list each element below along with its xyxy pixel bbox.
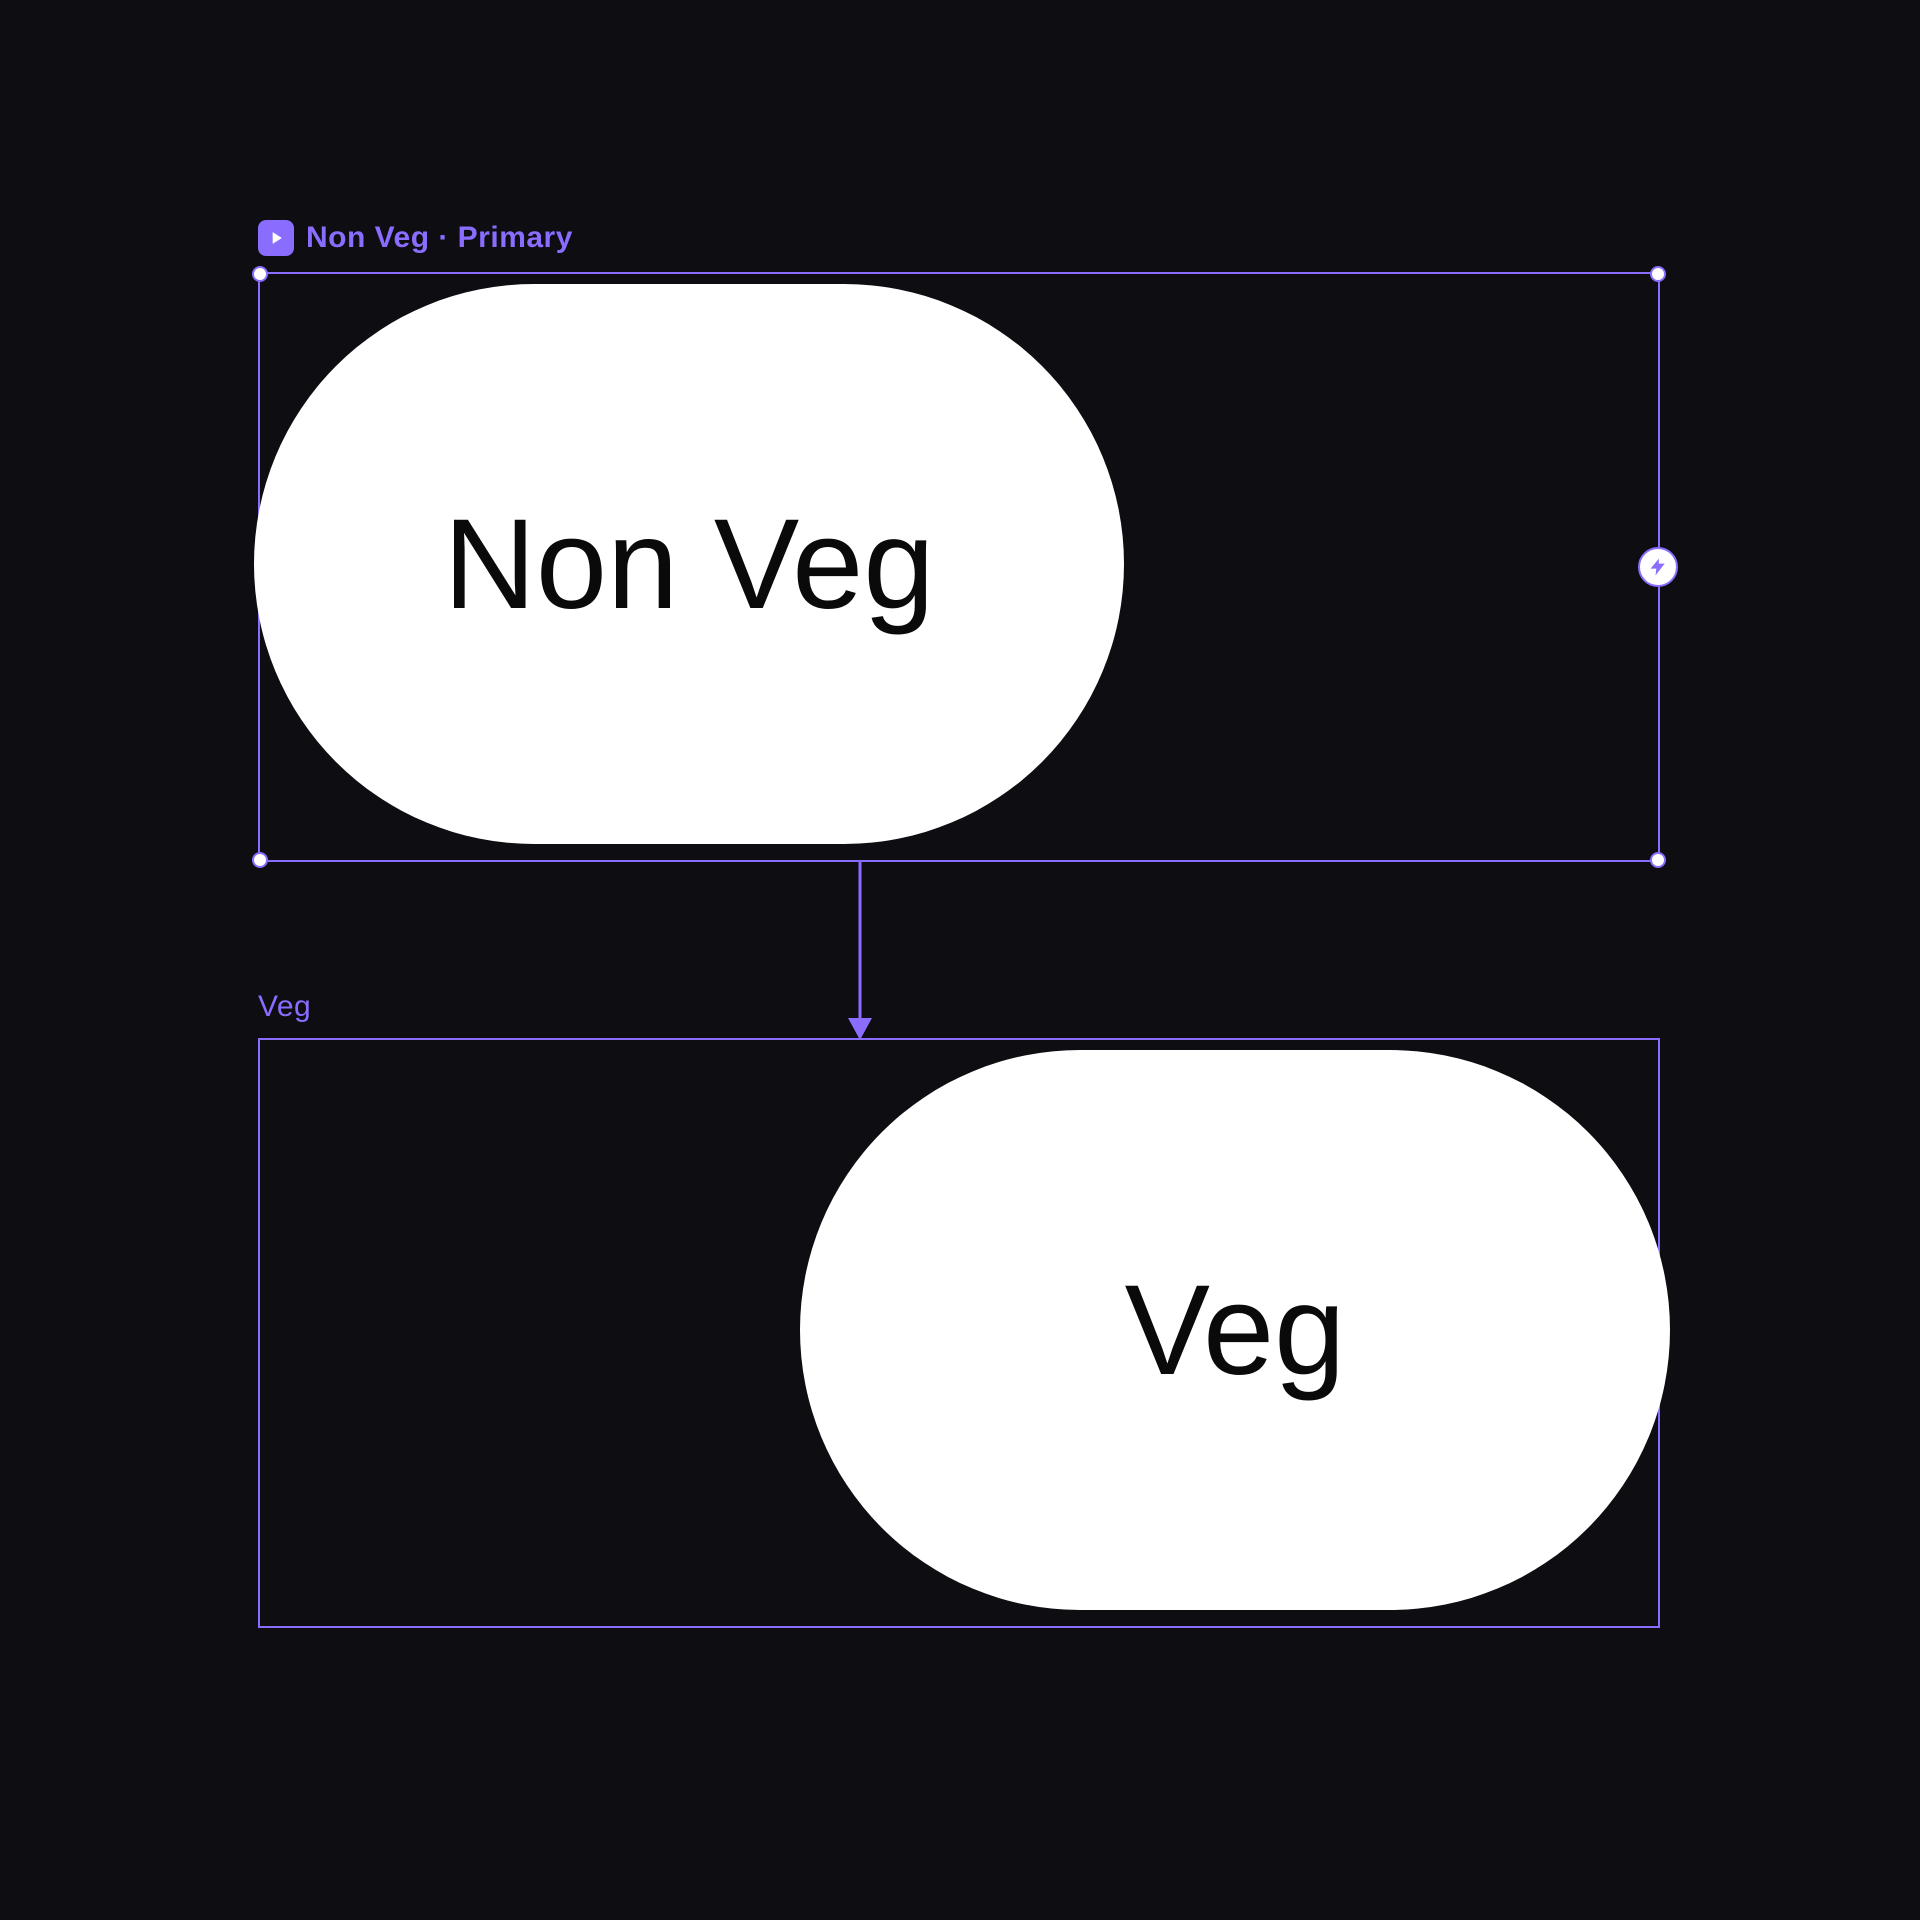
selection-handle-se[interactable] (1650, 852, 1666, 868)
frame-non-veg[interactable]: Non Veg (258, 272, 1660, 862)
pill-non-veg[interactable]: Non Veg (254, 284, 1124, 844)
frame-label-top[interactable]: Non Veg · Primary (258, 220, 573, 256)
prototype-canvas[interactable]: Non Veg · Primary Non Veg Veg Veg (0, 0, 1920, 1920)
frame-label-top-text: Non Veg · Primary (306, 221, 573, 255)
lightning-icon[interactable] (1638, 547, 1678, 587)
play-icon (258, 220, 294, 256)
frame-label-bottom-text: Veg (258, 990, 311, 1024)
pill-non-veg-text: Non Veg (443, 491, 934, 638)
selection-handle-sw[interactable] (252, 852, 268, 868)
frame-veg[interactable]: Veg (258, 1038, 1660, 1628)
pill-veg[interactable]: Veg (800, 1050, 1670, 1610)
prototype-arrow[interactable] (840, 862, 880, 1042)
selection-handle-nw[interactable] (252, 266, 268, 282)
pill-veg-text: Veg (1125, 1257, 1346, 1404)
selection-handle-ne[interactable] (1650, 266, 1666, 282)
frame-label-bottom[interactable]: Veg (258, 990, 311, 1024)
